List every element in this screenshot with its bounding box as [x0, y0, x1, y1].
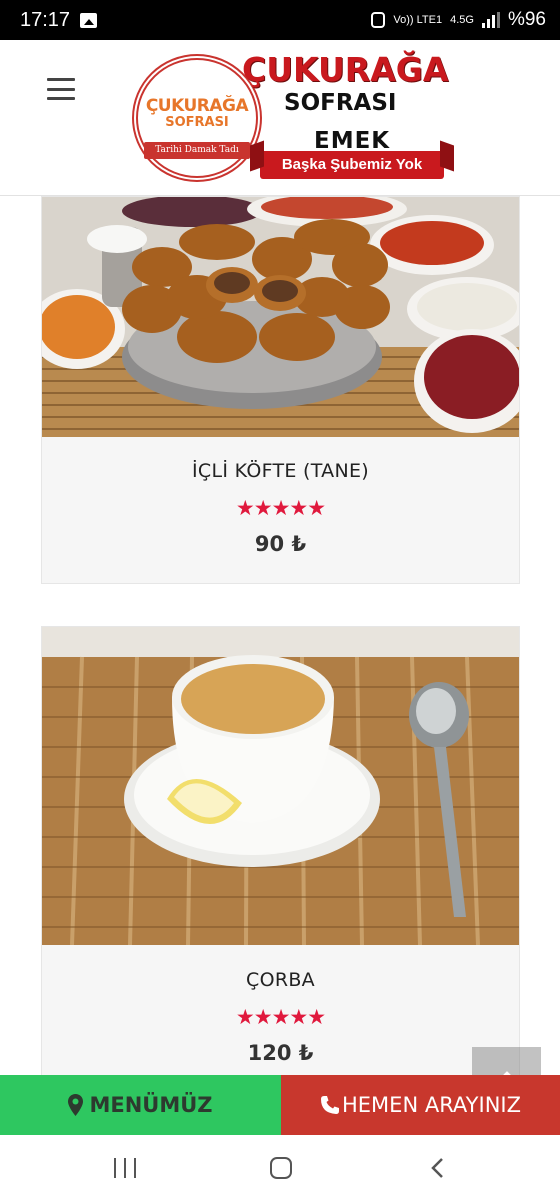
back-icon[interactable] — [428, 1157, 448, 1179]
logo[interactable]: ÇUKURAĞA SOFRASI Tarihi Damak Tadı ÇUKUR… — [132, 48, 450, 188]
logo-banner: Başka Şubemiz Yok — [260, 151, 444, 179]
logo-badge-title: ÇUKURAĞA — [145, 96, 249, 116]
corba-photo — [42, 627, 519, 945]
site-header: ÇUKURAĞA SOFRASI Tarihi Damak Tadı ÇUKUR… — [0, 40, 560, 196]
logo-badge-tagline: Tarihi Damak Tadı — [144, 142, 250, 159]
network-label: 4.5G — [450, 14, 474, 26]
rating-stars: ★★★★★ — [235, 1005, 326, 1029]
call-button-label: HEMEN ARAYINIZ — [342, 1093, 521, 1117]
system-nav-bar — [0, 1135, 560, 1200]
product-card[interactable]: ÇORBA ★★★★★ 120 ₺ — [41, 626, 520, 1086]
alarm-icon — [371, 12, 386, 28]
logo-name: ÇUKURAĞA — [242, 50, 449, 89]
status-bar: 17:17 Vo)) LTE1 4.5G %96 — [0, 0, 560, 40]
logo-sub: SOFRASI — [284, 90, 397, 116]
call-button[interactable]: HEMEN ARAYINIZ — [281, 1075, 560, 1135]
status-right: Vo)) LTE1 4.5G %96 — [371, 9, 546, 31]
map-pin-icon — [68, 1094, 84, 1116]
image-icon — [80, 12, 98, 28]
home-icon[interactable] — [270, 1157, 292, 1179]
phone-icon — [321, 1096, 339, 1114]
product-price: 90 ₺ — [254, 532, 307, 556]
action-bar: MENÜMÜZ HEMEN ARAYINIZ — [0, 1075, 560, 1135]
recent-apps-icon[interactable] — [114, 1158, 136, 1178]
product-image[interactable] — [42, 627, 519, 945]
battery-level: %96 — [507, 9, 546, 30]
rating-stars: ★★★★★ — [235, 496, 326, 520]
hamburger-icon[interactable] — [47, 78, 75, 100]
status-time: 17:17 — [20, 8, 71, 31]
product-title[interactable]: İÇLİ KÖFTE (TANE) — [42, 460, 519, 482]
product-price: 120 ₺ — [247, 1041, 314, 1065]
menu-button-label: MENÜMÜZ — [89, 1093, 213, 1117]
product-image[interactable] — [42, 197, 519, 437]
logo-badge-sub: SOFRASI — [165, 115, 229, 130]
signal-icon — [481, 12, 500, 28]
product-title[interactable]: ÇORBA — [42, 969, 519, 991]
menu-button[interactable]: MENÜMÜZ — [0, 1075, 281, 1135]
carrier-label: Vo)) LTE1 — [393, 14, 443, 26]
product-card[interactable]: İÇLİ KÖFTE (TANE) ★★★★★ 90 ₺ — [41, 196, 520, 584]
screen: 17:17 Vo)) LTE1 4.5G %96 ÇUKURAĞA SOFRAS… — [0, 0, 560, 1200]
icli-kofte-photo — [42, 197, 519, 437]
